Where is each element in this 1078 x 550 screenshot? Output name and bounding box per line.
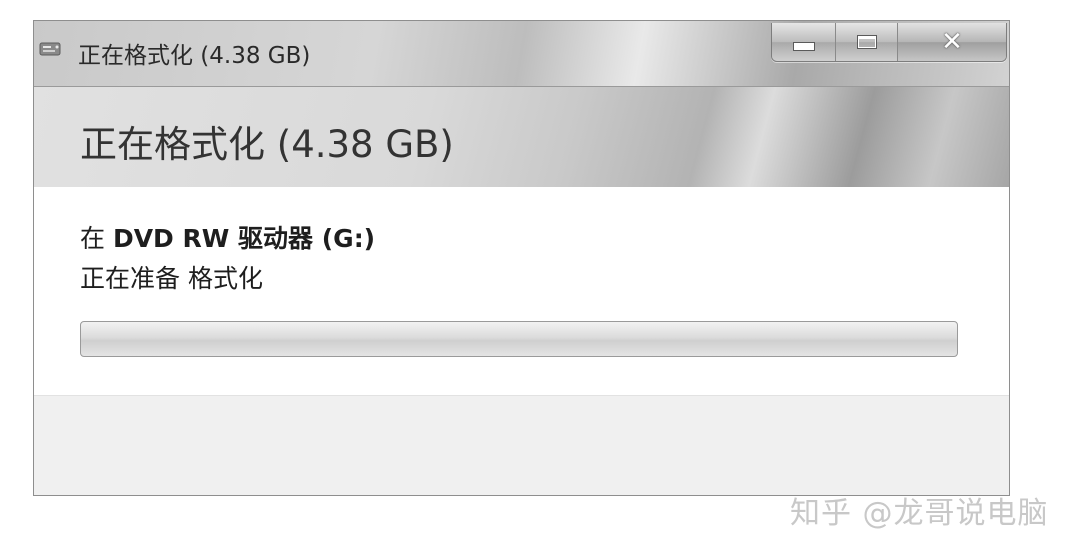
screenshot-stage: 正在格式化 (4.38 GB) ✕ 正在格式化 (4.38 GB) 在 DVD … xyxy=(0,0,1078,550)
close-button[interactable]: ✕ xyxy=(898,23,1006,61)
header-banner: 正在格式化 (4.38 GB) xyxy=(34,87,1009,187)
minimize-button[interactable] xyxy=(772,23,836,61)
title-bar[interactable]: 正在格式化 (4.38 GB) ✕ xyxy=(34,21,1009,87)
minimize-icon xyxy=(792,41,815,51)
window-controls: ✕ xyxy=(771,23,1007,62)
maximize-button[interactable] xyxy=(836,23,898,61)
maximize-icon xyxy=(856,35,877,49)
banner-title: 正在格式化 (4.38 GB) xyxy=(80,123,454,166)
drive-format-icon xyxy=(39,42,61,56)
watermark: 知乎 @龙哥说电脑 xyxy=(790,496,1049,531)
format-progress-bar xyxy=(80,321,958,357)
drive-label: 在 DVD RW 驱动器 (G:) xyxy=(80,219,375,255)
drive-name: DVD RW 驱动器 (G:) xyxy=(112,224,376,253)
status-text: 正在准备 格式化 xyxy=(80,264,263,293)
window-title: 正在格式化 (4.38 GB) xyxy=(78,43,311,69)
drive-prefix: 在 xyxy=(80,224,113,253)
dialog-footer xyxy=(34,395,1009,495)
content-panel: 在 DVD RW 驱动器 (G:) 正在准备 格式化 xyxy=(34,187,1009,395)
close-icon: ✕ xyxy=(941,27,963,57)
format-progress-dialog: 正在格式化 (4.38 GB) ✕ 正在格式化 (4.38 GB) 在 DVD … xyxy=(33,20,1010,496)
